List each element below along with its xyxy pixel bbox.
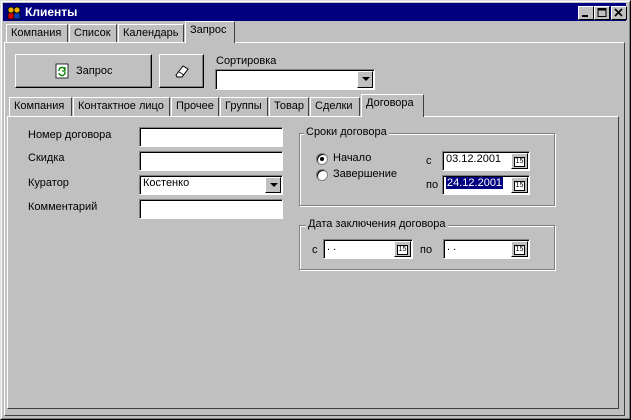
subtab-groups[interactable]: Группы	[220, 97, 268, 116]
chevron-down-icon[interactable]	[357, 71, 373, 88]
terms-to-value: 24.12.2001	[446, 177, 504, 189]
eraser-icon	[175, 65, 189, 78]
terms-to-label: по	[426, 179, 439, 191]
tab-query[interactable]: Запрос	[185, 21, 235, 43]
radio-start[interactable]	[316, 153, 328, 165]
query-button-label: Запрос	[76, 65, 113, 77]
radio-end-label: Завершение	[333, 168, 397, 180]
query-button[interactable]: Запрос	[15, 54, 152, 88]
curator-label: Куратор	[28, 177, 69, 189]
clear-button[interactable]	[159, 54, 204, 88]
terms-from-label: с	[426, 155, 432, 167]
close-button[interactable]	[611, 6, 627, 20]
signing-to-date[interactable]: . . 15	[443, 239, 530, 259]
tab-calendar[interactable]: Календарь	[118, 24, 184, 43]
maximize-button[interactable]	[594, 6, 610, 20]
tab-company[interactable]: Компания	[6, 24, 68, 43]
terms-from-date[interactable]: 03.12.2001 15	[442, 151, 530, 171]
tab-list[interactable]: Список	[69, 24, 117, 43]
window-title: Клиенты	[25, 5, 78, 19]
discount-label: Скидка	[28, 152, 65, 164]
subtab-company[interactable]: Компания	[9, 97, 72, 116]
signing-to-label: по	[420, 244, 433, 256]
maximize-icon	[597, 8, 607, 17]
sort-select[interactable]	[215, 69, 375, 90]
radio-end[interactable]	[316, 169, 328, 181]
terms-to-date[interactable]: 24.12.2001 15	[442, 175, 530, 195]
signing-group-title: Дата заключения договора	[306, 218, 448, 230]
subtab-goods[interactable]: Товар	[269, 97, 309, 116]
contract-number-field[interactable]	[139, 127, 283, 147]
signing-from-value: . .	[327, 241, 337, 253]
comment-field[interactable]	[139, 199, 283, 219]
signing-from-label: с	[312, 244, 318, 256]
radio-start-label: Начало	[333, 152, 372, 164]
calendar-icon[interactable]: 15	[511, 153, 528, 169]
minimize-button[interactable]	[578, 6, 594, 20]
calendar-icon[interactable]: 15	[511, 177, 528, 193]
discount-field[interactable]	[139, 151, 283, 171]
curator-value: Костенко	[143, 177, 190, 189]
sort-label: Сортировка	[216, 55, 277, 67]
main-window: Клиенты Компания Список Календарь Запрос…	[0, 0, 631, 420]
chevron-down-icon[interactable]	[265, 177, 281, 193]
minimize-icon	[582, 15, 588, 17]
app-icon	[7, 6, 21, 20]
terms-group-title: Сроки договора	[304, 126, 389, 138]
terms-from-value: 03.12.2001	[446, 153, 502, 165]
contract-number-label: Номер договора	[28, 129, 112, 141]
calendar-icon[interactable]: 15	[394, 241, 411, 257]
comment-label: Комментарий	[28, 201, 98, 213]
close-icon	[614, 8, 623, 17]
subtab-contracts[interactable]: Договора	[361, 94, 424, 117]
title-bar[interactable]: Клиенты	[3, 3, 627, 21]
subtab-contact[interactable]: Контактное лицо	[73, 97, 170, 116]
subtab-deals[interactable]: Сделки	[310, 97, 360, 116]
refresh-icon	[55, 63, 69, 79]
signing-to-value: . .	[447, 241, 457, 253]
calendar-icon[interactable]: 15	[511, 241, 528, 257]
subtab-other[interactable]: Прочее	[171, 97, 219, 116]
curator-select[interactable]: Костенко	[139, 175, 283, 195]
signing-from-date[interactable]: . . 15	[323, 239, 413, 259]
